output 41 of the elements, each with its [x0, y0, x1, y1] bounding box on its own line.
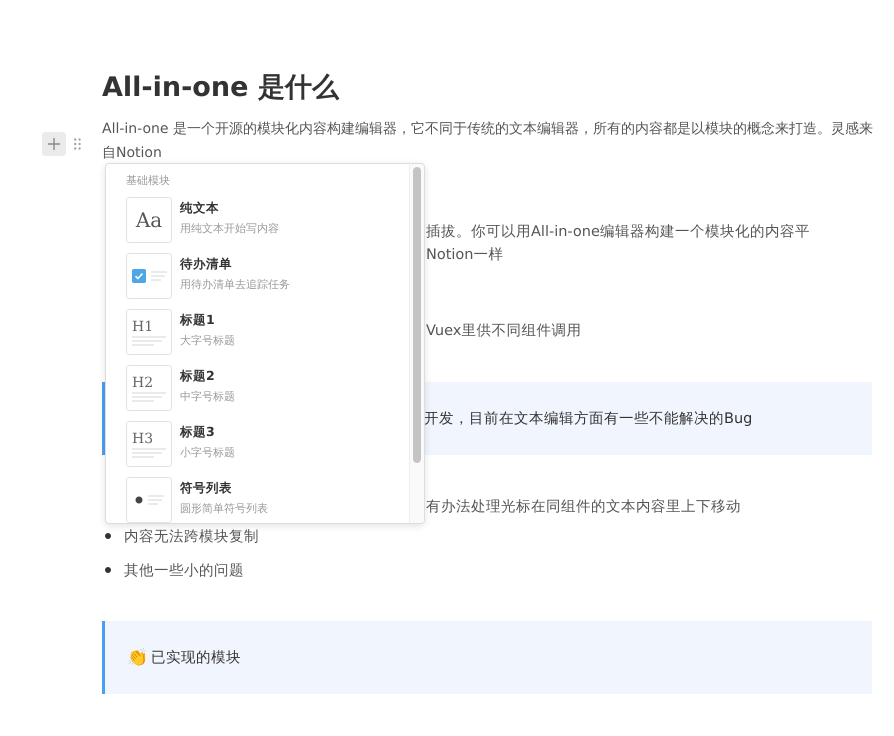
- menu-item-title: 待办清单: [180, 256, 233, 273]
- menu-section-label: 基础模块: [126, 174, 171, 188]
- bullet-icon: [105, 533, 111, 539]
- list-item-text: 有办法处理光标在同组件的文本内容里上下移动: [426, 499, 741, 515]
- block-type-icon: H3: [126, 421, 172, 467]
- menu-item-title: 标题3: [180, 424, 216, 441]
- menu-item-title: 符号列表: [180, 480, 233, 497]
- menu-item[interactable]: 待办清单 用待办清单去追踪任务: [126, 248, 408, 304]
- plus-icon: [48, 138, 60, 150]
- paragraph-line: 插拔。你可以用All-in-one编辑器构建一个模块化的内容平: [426, 222, 811, 242]
- list-item-text: 内容无法跨模块复制: [124, 528, 259, 546]
- paragraph-line: Vuex里供不同组件调用: [426, 323, 582, 339]
- menu-item[interactable]: H1 标题1 大字号标题: [126, 304, 408, 360]
- menu-item-title: 纯文本: [180, 200, 220, 217]
- block-type-icon: H1: [126, 309, 172, 355]
- menu-item-description: 圆形简单符号列表: [180, 501, 268, 516]
- add-block-button[interactable]: [42, 132, 66, 156]
- menu-item-description: 中字号标题: [180, 389, 235, 404]
- bullet-icon: [105, 567, 111, 573]
- scrollbar[interactable]: [409, 164, 424, 523]
- menu-item-description: 大字号标题: [180, 333, 235, 348]
- menu-item[interactable]: Aa 纯文本 用纯文本开始写内容: [126, 192, 408, 248]
- intro-paragraph: All-in-one 是一个开源的模块化内容构建编辑器，它不同于传统的文本编辑器，所有的内容都是以模块的概念来打造。灵感来自Notion: [102, 120, 874, 163]
- callout-text: 已实现的模块: [151, 648, 241, 667]
- menu-item-description: 用纯文本开始写内容: [180, 221, 279, 236]
- block-type-icon: Aa: [126, 197, 172, 243]
- paragraph-line: Notion一样: [426, 246, 504, 265]
- menu-item-description: 用待办清单去追踪任务: [180, 277, 290, 292]
- block-type-icon: [126, 253, 172, 299]
- menu-item[interactable]: 符号列表 圆形简单符号列表: [126, 472, 408, 523]
- block-type-icon: H2: [126, 365, 172, 411]
- menu-item[interactable]: H2 标题2 中字号标题: [126, 360, 408, 416]
- menu-item-description: 小字号标题: [180, 445, 235, 460]
- callout-text: 开发，目前在文本编辑方面有一些不能解决的Bug: [423, 410, 752, 428]
- menu-item[interactable]: H3 标题3 小字号标题: [126, 416, 408, 472]
- page-title: All-in-one 是什么: [102, 71, 340, 105]
- clapping-emoji: 👏: [127, 647, 148, 668]
- drag-handle-icon[interactable]: [74, 138, 81, 150]
- menu-item-title: 标题2: [180, 368, 216, 385]
- list-item-text: 其他一些小的问题: [124, 562, 244, 580]
- menu-item-title: 标题1: [180, 312, 216, 329]
